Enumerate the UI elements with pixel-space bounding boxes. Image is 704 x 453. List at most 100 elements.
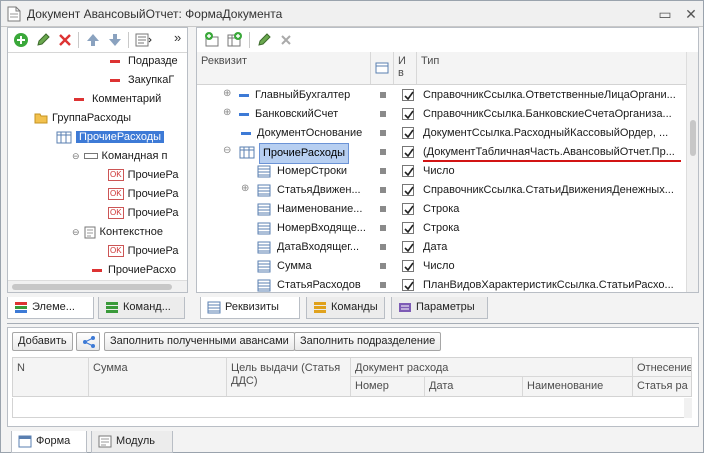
module-icon [98, 435, 112, 448]
attribute-row[interactable]: ⊕ ГлавныйБухгалтер СправочникСсылка.Ответс… [197, 86, 686, 105]
more-chevron-icon[interactable]: » [174, 30, 181, 45]
delete-icon[interactable] [56, 31, 74, 49]
vertical-scrollbar[interactable] [684, 398, 692, 418]
attribute-row[interactable]: НомерСтроки Число [197, 162, 686, 181]
tab-elements[interactable]: Элеме... [7, 297, 94, 319]
attribute-row[interactable]: ДатаВходящег... Дата [197, 238, 686, 257]
add-button[interactable]: Добавить [12, 332, 73, 351]
move-down-icon[interactable] [106, 31, 124, 49]
use-checkbox[interactable] [402, 108, 414, 120]
share-button[interactable] [76, 332, 100, 351]
expand-toggle-icon[interactable]: ⊖ [223, 145, 231, 156]
tree-item-selected[interactable]: ПрочиеРасходы [56, 128, 165, 147]
use-checkbox[interactable] [402, 184, 414, 196]
tree-item[interactable]: OK ПрочиеРа [108, 242, 179, 261]
column-icon[interactable] [371, 52, 394, 84]
edit-pencil-icon[interactable] [34, 31, 52, 49]
use-checkbox[interactable] [402, 165, 414, 177]
column-icon [257, 260, 271, 273]
tree-item[interactable]: ПрочиеРасхо [92, 261, 176, 280]
window-title: Документ АвансовыйОтчет: ФормаДокумента [27, 7, 283, 21]
attribute-type: СправочникСсылка.БанковскиеСчетаОрганиза… [423, 108, 672, 120]
tree-item[interactable]: ЗакупкаГ [110, 71, 174, 90]
tab-attributes[interactable]: Реквизиты [200, 297, 300, 319]
tab-form[interactable]: Форма [11, 431, 87, 453]
use-checkbox[interactable] [402, 241, 414, 253]
column-use[interactable]: Ив [394, 52, 417, 84]
collapse-toggle-icon[interactable]: ⊖ [72, 227, 80, 237]
attribute-row[interactable]: ⊕ СтатьяДвижен... СправочникСсылка.СтатьиД… [197, 181, 686, 200]
use-checkbox[interactable] [402, 222, 414, 234]
folder-icon [34, 113, 48, 124]
column-doc-name[interactable]: Наименование [523, 377, 633, 396]
properties-icon[interactable] [134, 31, 152, 49]
tree-item[interactable]: ⊖ Командная п [72, 147, 167, 166]
scrollbar-thumb[interactable] [690, 120, 696, 156]
column-icon [257, 165, 271, 178]
tab-module[interactable]: Модуль [91, 431, 173, 453]
tree-item[interactable]: Подразде [110, 52, 178, 71]
use-checkbox[interactable] [402, 203, 414, 215]
scrollbar-thumb[interactable] [12, 284, 172, 290]
close-icon[interactable]: ✕ [682, 5, 700, 23]
use-checkbox[interactable] [402, 279, 414, 291]
expand-toggle-icon[interactable]: ⊕ [223, 88, 231, 99]
use-checkbox[interactable] [402, 146, 414, 158]
attribute-row[interactable]: Сумма Число [197, 257, 686, 276]
pane-splitter[interactable] [7, 323, 699, 324]
tab-commands-right[interactable]: Команды [306, 297, 385, 319]
edit-pencil-icon[interactable] [255, 31, 273, 49]
commands-icon [314, 302, 326, 313]
use-checkbox[interactable] [402, 127, 414, 139]
attribute-row[interactable]: ⊕ БанковскийСчет СправочникСсылка.Банковск… [197, 105, 686, 124]
column-doc-date[interactable]: Дата [425, 377, 523, 396]
move-up-icon[interactable] [84, 31, 102, 49]
attribute-row[interactable]: НомерВходяще... Строка [197, 219, 686, 238]
attributes-icon [207, 301, 221, 314]
use-checkbox[interactable] [402, 260, 414, 272]
collapse-toggle-icon[interactable]: ⊖ [72, 151, 80, 161]
add-column-icon[interactable] [225, 31, 243, 49]
tree-item-group[interactable]: ГруппаРасходы [34, 109, 131, 128]
column-group-doc[interactable]: Документ расхода [351, 358, 633, 377]
attribute-row[interactable]: ДокументОснование ДокументСсылка.Расходны… [197, 124, 686, 143]
expand-toggle-icon[interactable]: ⊕ [223, 107, 231, 118]
tree-item[interactable]: ⊖ Контекстное [72, 223, 163, 242]
column-sum[interactable]: Сумма [89, 358, 227, 396]
use-checkbox[interactable] [402, 89, 414, 101]
expand-toggle-icon[interactable]: ⊕ [241, 183, 249, 194]
attribute-row[interactable]: Наименование... Строка [197, 200, 686, 219]
column-type[interactable]: Тип [417, 52, 686, 84]
minimize-icon[interactable]: ▭ [656, 5, 674, 23]
attribute-row[interactable]: ⊖ ПрочиеРасходы (ДокументТабличнаяЧасть.Ав… [197, 143, 686, 164]
tab-commands[interactable]: Команд... [98, 297, 185, 319]
column-icon [257, 222, 271, 235]
delete-icon[interactable] [277, 31, 295, 49]
designer-window: Документ АвансовыйОтчет: ФормаДокумента … [0, 0, 704, 453]
tree-item[interactable]: Комментарий [74, 90, 161, 109]
attribute-icon [74, 97, 84, 101]
column-rekvizit[interactable]: Реквизит [197, 52, 371, 84]
tab-parameters[interactable]: Параметры [391, 297, 488, 319]
fill-division-button[interactable]: Заполнить подразделение [294, 332, 442, 351]
tree-item[interactable]: OK ПрочиеРа [108, 166, 179, 185]
add-icon[interactable] [12, 31, 30, 49]
button-ok-icon: OK [108, 207, 124, 220]
column-attrib-item[interactable]: Статья ра [633, 377, 691, 396]
column-purpose[interactable]: Цель выдачи (Статья ДДС) [227, 358, 351, 396]
column-n[interactable]: N [13, 358, 89, 396]
column-group-attrib[interactable]: Отнесение [633, 358, 691, 377]
attribute-type: СправочникСсылка.ОтветственныеЛицаОргани… [423, 89, 676, 101]
attribute-row[interactable]: СтатьяРасходов ПланВидовХарактеристикСсыл… [197, 276, 686, 295]
attribute-marker-icon [380, 111, 386, 117]
tree-item[interactable]: OK ПрочиеРа [108, 185, 179, 204]
attribute-type: Число [423, 260, 455, 272]
table-body[interactable] [12, 398, 692, 418]
elements-icon [15, 302, 27, 313]
vertical-scrollbar[interactable] [686, 52, 698, 292]
tree-item[interactable]: OK ПрочиеРа [108, 204, 179, 223]
column-doc-number[interactable]: Номер [351, 377, 425, 396]
horizontal-scrollbar[interactable] [8, 280, 187, 292]
fill-advances-button[interactable]: Заполнить полученными авансами [104, 332, 295, 351]
add-attribute-icon[interactable] [203, 31, 221, 49]
